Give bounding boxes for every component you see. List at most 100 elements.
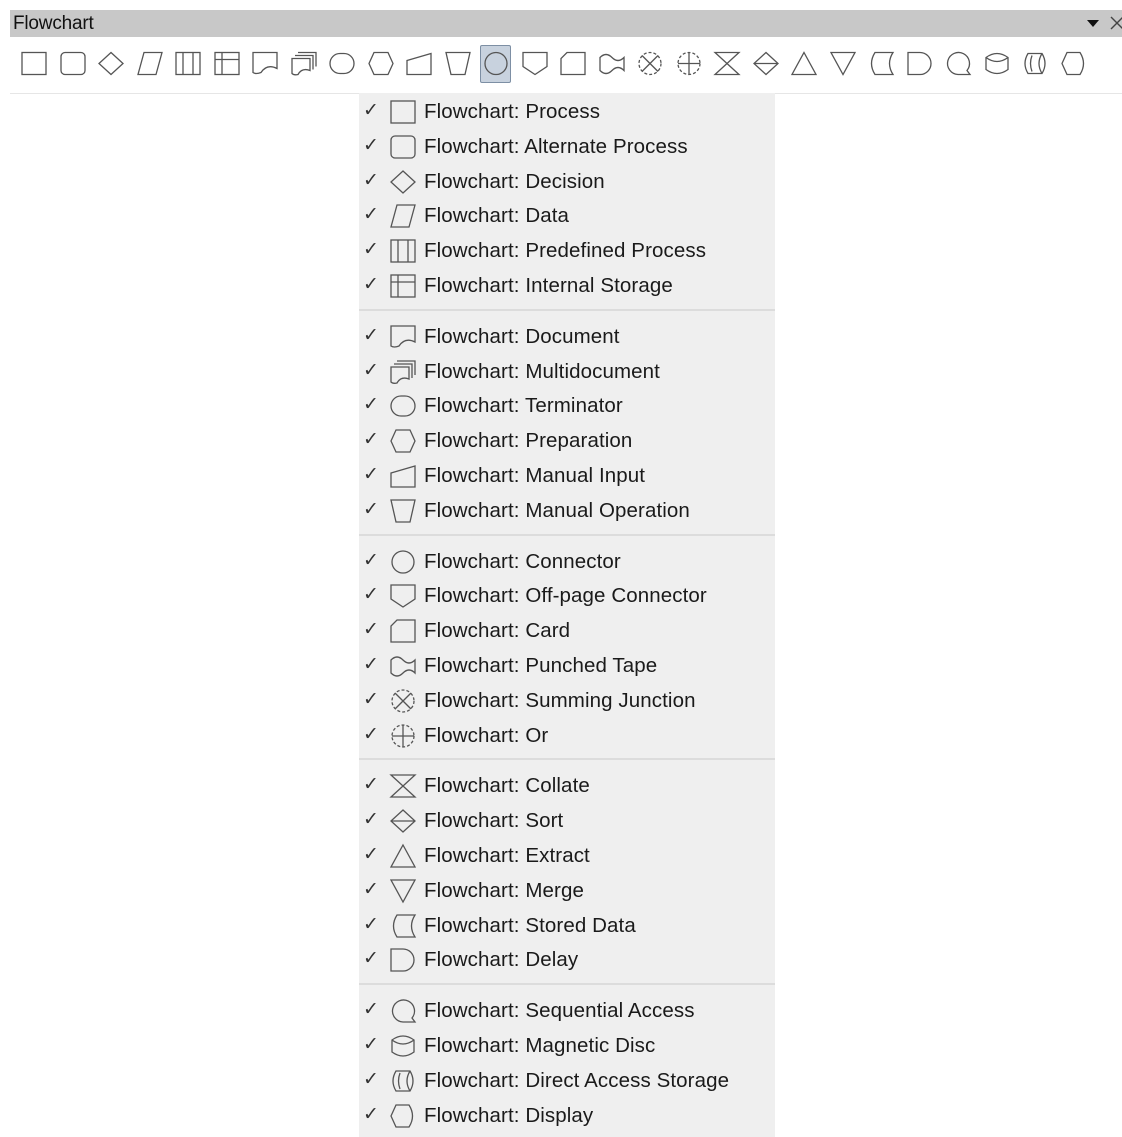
menu-item-delay[interactable]: ✓ Flowchart: Delay — [359, 943, 775, 977]
checkmark-icon: ✓ — [363, 133, 379, 156]
toolbar-direct-access-storage-button[interactable] — [1019, 45, 1050, 83]
predefined-process-icon — [175, 51, 201, 76]
menu-item-merge[interactable]: ✓ Flowchart: Merge — [359, 874, 775, 908]
menu-item-terminator[interactable]: ✓ Flowchart: Terminator — [359, 389, 775, 423]
menu-item-label: Flowchart: Multidocument — [424, 359, 660, 383]
terminator-icon — [390, 395, 416, 418]
panel-titlebar: Flowchart — [10, 10, 1122, 37]
or-icon — [391, 723, 415, 748]
toolbar-terminator-button[interactable] — [326, 45, 357, 83]
toolbar-sequential-access-button[interactable] — [942, 45, 973, 83]
collate-icon — [389, 774, 417, 799]
toolbar-collate-button[interactable] — [711, 45, 742, 83]
menu-item-preparation[interactable]: ✓ Flowchart: Preparation — [359, 424, 775, 458]
toolbar-manual-operation-button[interactable] — [442, 45, 473, 83]
toolbar-display-button[interactable] — [1058, 45, 1089, 83]
menu-item-multidocument[interactable]: ✓ Flowchart: Multidocument — [359, 355, 775, 389]
checkmark-icon: ✓ — [363, 1102, 379, 1125]
checkmark-icon: ✓ — [363, 722, 379, 745]
menu-item-stored-data[interactable]: ✓ Flowchart: Stored Data — [359, 909, 775, 943]
menu-item-label: Flowchart: Stored Data — [424, 913, 636, 937]
menu-item-predefined-process[interactable]: ✓ Flowchart: Predefined Process — [359, 234, 775, 268]
toolbar-magnetic-disc-button[interactable] — [981, 45, 1012, 83]
toolbar-predefined-process-button[interactable] — [172, 45, 203, 83]
menu-item-label: Flowchart: Sequential Access — [424, 999, 695, 1023]
menu-item-manual-operation[interactable]: ✓ Flowchart: Manual Operation — [359, 494, 775, 528]
toolbar-data-button[interactable] — [134, 45, 165, 83]
checkmark-icon: ✓ — [363, 428, 379, 451]
menu-separator — [359, 308, 775, 311]
manual-operation-icon — [444, 51, 471, 76]
connector-icon — [484, 51, 508, 76]
toolbar-merge-button[interactable] — [827, 45, 858, 83]
menu-item-display[interactable]: ✓ Flowchart: Display — [359, 1099, 775, 1133]
display-icon — [390, 1103, 414, 1128]
direct-access-storage-icon — [1024, 52, 1046, 75]
checkmark-icon: ✓ — [363, 583, 379, 606]
checkmark-icon: ✓ — [363, 618, 379, 641]
menu-separator — [359, 758, 775, 761]
or-icon — [676, 51, 701, 76]
toolbar-card-button[interactable] — [557, 45, 588, 83]
toolbar-summing-junction-button[interactable] — [634, 45, 665, 83]
menu-item-sequential-access[interactable]: ✓ Flowchart: Sequential Access — [359, 994, 775, 1028]
toolbar-document-button[interactable] — [249, 45, 280, 83]
menu-item-or[interactable]: ✓ Flowchart: Or — [359, 719, 775, 753]
menu-separator — [359, 983, 775, 986]
checkmark-icon: ✓ — [363, 1033, 379, 1055]
menu-item-off-page-connector[interactable]: ✓ Flowchart: Off-page Connector — [359, 579, 775, 613]
stored-data-icon — [870, 51, 895, 76]
menu-item-summing-junction[interactable]: ✓ Flowchart: Summing Junction — [359, 684, 775, 718]
checkmark-icon: ✓ — [363, 998, 379, 1021]
decision-icon — [390, 169, 416, 194]
menu-item-label: Flowchart: Manual Operation — [424, 498, 690, 522]
menu-item-label: Flowchart: Extract — [424, 844, 590, 867]
toolbar-connector-button[interactable] — [480, 45, 511, 83]
toolbar-punched-tape-button[interactable] — [596, 45, 627, 83]
menu-item-manual-input[interactable]: ✓ Flowchart: Manual Input — [359, 459, 775, 493]
menu-item-extract[interactable]: ✓ Flowchart: Extract — [359, 839, 775, 873]
checkmark-icon: ✓ — [363, 497, 379, 520]
dropdown-arrow-icon[interactable] — [1084, 14, 1102, 32]
sort-icon — [390, 809, 416, 834]
toolbar-decision-button[interactable] — [95, 45, 126, 83]
toolbar-preparation-button[interactable] — [365, 45, 396, 83]
toolbar-alternate-process-button[interactable] — [57, 45, 88, 83]
menu-item-sort[interactable]: ✓ Flowchart: Sort — [359, 804, 775, 838]
extract-icon — [389, 843, 417, 868]
menu-item-card[interactable]: ✓ Flowchart: Card — [359, 614, 775, 648]
menu-item-data[interactable]: ✓ Flowchart: Data — [359, 199, 775, 233]
toolbar-process-button[interactable] — [18, 45, 49, 83]
menu-item-internal-storage[interactable]: ✓ Flowchart: Internal Storage — [359, 269, 775, 303]
checkmark-icon: ✓ — [363, 99, 379, 121]
toolbar-or-button[interactable] — [673, 45, 704, 83]
extract-icon — [790, 51, 818, 76]
toolbar-multidocument-button[interactable] — [288, 45, 319, 83]
toolbar-internal-storage-button[interactable] — [211, 45, 242, 83]
menu-item-connector[interactable]: ✓ Flowchart: Connector — [359, 545, 775, 579]
toolbar-delay-button[interactable] — [904, 45, 935, 83]
checkmark-icon: ✓ — [363, 653, 379, 675]
menu-item-punched-tape[interactable]: ✓ Flowchart: Punched Tape — [359, 649, 775, 683]
toolbar-stored-data-button[interactable] — [865, 45, 896, 83]
menu-item-decision[interactable]: ✓ Flowchart: Decision — [359, 165, 775, 199]
toolbar-sort-button[interactable] — [750, 45, 781, 83]
checkmark-icon: ✓ — [363, 548, 379, 571]
menu-item-label: Flowchart: Predefined Process — [424, 239, 707, 263]
checkmark-icon: ✓ — [363, 463, 379, 485]
menu-item-alternate-process[interactable]: ✓ Flowchart: Alternate Process — [359, 130, 775, 164]
menu-item-process[interactable]: ✓ Flowchart: Process — [359, 95, 775, 129]
menu-item-direct-access-storage[interactable]: ✓ Flowchart: Direct Access Storage — [359, 1064, 775, 1098]
close-icon[interactable] — [1108, 14, 1122, 32]
toolbar-manual-input-button[interactable] — [403, 45, 434, 83]
checkmark-icon: ✓ — [363, 1067, 379, 1090]
multidocument-icon — [290, 51, 317, 76]
menu-item-document[interactable]: ✓ Flowchart: Document — [359, 320, 775, 354]
menu-item-magnetic-disc[interactable]: ✓ Flowchart: Magnetic Disc — [359, 1029, 775, 1063]
menu-item-collate[interactable]: ✓ Flowchart: Collate — [359, 769, 775, 803]
magnetic-disc-icon — [391, 1035, 415, 1057]
delay-icon — [906, 51, 932, 76]
menu-item-label: Flowchart: Direct Access Storage — [424, 1068, 730, 1092]
toolbar-off-page-connector-button[interactable] — [519, 45, 550, 83]
toolbar-extract-button[interactable] — [788, 45, 819, 83]
